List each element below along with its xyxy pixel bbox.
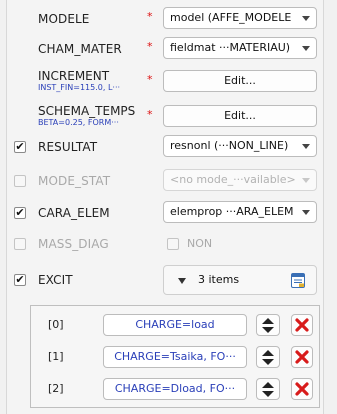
mass-diag-non-label: NON <box>187 237 213 250</box>
resultat-select[interactable]: resnonl (···NON_LINE) <box>163 135 317 157</box>
row-resultat: ✔ RESULTAT resnonl (···NON_LINE) <box>7 132 325 162</box>
delete-x-icon <box>295 318 309 332</box>
excit-item-count: 3 items <box>198 273 240 286</box>
chevron-down-icon <box>302 16 310 21</box>
row-schema-temps: SCHEMA_TEMPS BETA=0.25, FORM··· * Edit..… <box>7 101 325 131</box>
increment-summary: INST_FIN=115.0, L··· <box>38 83 121 92</box>
move-up-down-button[interactable] <box>256 378 280 400</box>
move-up-down-button[interactable] <box>256 346 280 368</box>
item-value-button[interactable]: CHARGE=load <box>103 314 247 336</box>
increment-required-mark: * <box>147 73 153 86</box>
modele-select-value: model (AFFE_MODELE <box>170 11 292 24</box>
chevron-down-icon <box>302 210 310 215</box>
cara-elem-select[interactable]: elemprop ···ARA_ELEM <box>163 201 317 223</box>
cara-elem-checkbox[interactable]: ✔ <box>14 207 26 219</box>
delete-x-icon <box>295 350 309 364</box>
delete-item-button[interactable] <box>291 378 313 400</box>
modele-label: MODELE <box>38 12 90 26</box>
row-mass-diag: MASS_DIAG NON <box>7 229 325 259</box>
up-down-arrows-icon <box>262 350 274 365</box>
cham-mater-select[interactable]: fieldmat ···MATERIAU) <box>163 37 317 59</box>
parameters-panel: MODELE * model (AFFE_MODELE CHAM_MATER *… <box>6 0 324 414</box>
row-modele: MODELE * model (AFFE_MODELE <box>7 4 325 34</box>
excit-label: EXCIT <box>38 273 73 287</box>
resultat-select-value: resnonl (···NON_LINE) <box>170 139 289 152</box>
mass-diag-label: MASS_DIAG <box>38 237 109 251</box>
item-value-button[interactable]: CHARGE=Tsaika, FO··· <box>103 346 247 368</box>
mode-stat-select-value: <no mode_···vailable> <box>170 173 296 186</box>
mass-diag-checkbox[interactable] <box>14 238 26 250</box>
row-cara-elem: ✔ CARA_ELEM elemprop ···ARA_ELEM <box>7 198 325 228</box>
list-item: [2] CHARGE=Dload, FO··· <box>31 378 321 400</box>
schema-temps-required-mark: * <box>147 108 153 121</box>
increment-label: INCREMENT <box>38 69 110 83</box>
resultat-checkbox[interactable]: ✔ <box>14 141 26 153</box>
excit-list-toggle[interactable]: 3 items <box>163 265 317 295</box>
mode-stat-checkbox[interactable] <box>14 175 26 187</box>
item-index: [2] <box>48 382 64 395</box>
cham-mater-required-mark: * <box>147 40 153 53</box>
modele-select[interactable]: model (AFFE_MODELE <box>163 7 317 29</box>
increment-edit-button[interactable]: Edit... <box>163 70 317 92</box>
increment-label-group: INCREMENT INST_FIN=115.0, L··· <box>38 70 120 94</box>
schema-temps-label: SCHEMA_TEMPS <box>38 104 136 118</box>
item-index: [0] <box>48 318 64 331</box>
chevron-down-icon <box>302 144 310 149</box>
resultat-label: RESULTAT <box>38 140 98 154</box>
cara-elem-select-value: elemprop ···ARA_ELEM <box>170 205 294 218</box>
row-mode-stat: MODE_STAT <no mode_···vailable> <box>7 166 325 196</box>
delete-x-icon <box>295 382 309 396</box>
up-down-arrows-icon <box>262 318 274 333</box>
schema-temps-label-group: SCHEMA_TEMPS BETA=0.25, FORM··· <box>38 105 135 129</box>
chevron-down-icon <box>302 178 310 183</box>
mode-stat-label: MODE_STAT <box>38 174 111 188</box>
edit-list-icon[interactable] <box>291 273 305 288</box>
cham-mater-select-value: fieldmat ···MATERIAU) <box>170 41 291 54</box>
item-index: [1] <box>48 350 64 363</box>
list-item: [0] CHARGE=load <box>31 314 321 336</box>
cara-elem-label: CARA_ELEM <box>38 206 110 220</box>
list-item: [1] CHARGE=Tsaika, FO··· <box>31 346 321 368</box>
excit-checkbox[interactable]: ✔ <box>14 274 26 286</box>
mode-stat-select[interactable]: <no mode_···vailable> <box>163 169 317 191</box>
cham-mater-label: CHAM_MATER <box>38 42 122 56</box>
row-increment: INCREMENT INST_FIN=115.0, L··· * Edit... <box>7 66 325 96</box>
move-up-down-button[interactable] <box>256 314 280 336</box>
expand-triangle-icon <box>178 278 186 284</box>
delete-item-button[interactable] <box>291 346 313 368</box>
item-value-button[interactable]: CHARGE=Dload, FO··· <box>103 378 247 400</box>
schema-temps-summary: BETA=0.25, FORM··· <box>38 118 119 127</box>
delete-item-button[interactable] <box>291 314 313 336</box>
excit-items-group: [0] CHARGE=load [1] CHARGE=Tsaika, FO··· <box>30 305 320 408</box>
row-cham-mater: CHAM_MATER * fieldmat ···MATERIAU) <box>7 34 325 64</box>
chevron-down-icon <box>302 46 310 51</box>
up-down-arrows-icon <box>262 382 274 397</box>
modele-required-mark: * <box>147 10 153 23</box>
mass-diag-non-checkbox[interactable] <box>167 238 179 250</box>
schema-temps-edit-button[interactable]: Edit... <box>163 105 317 127</box>
